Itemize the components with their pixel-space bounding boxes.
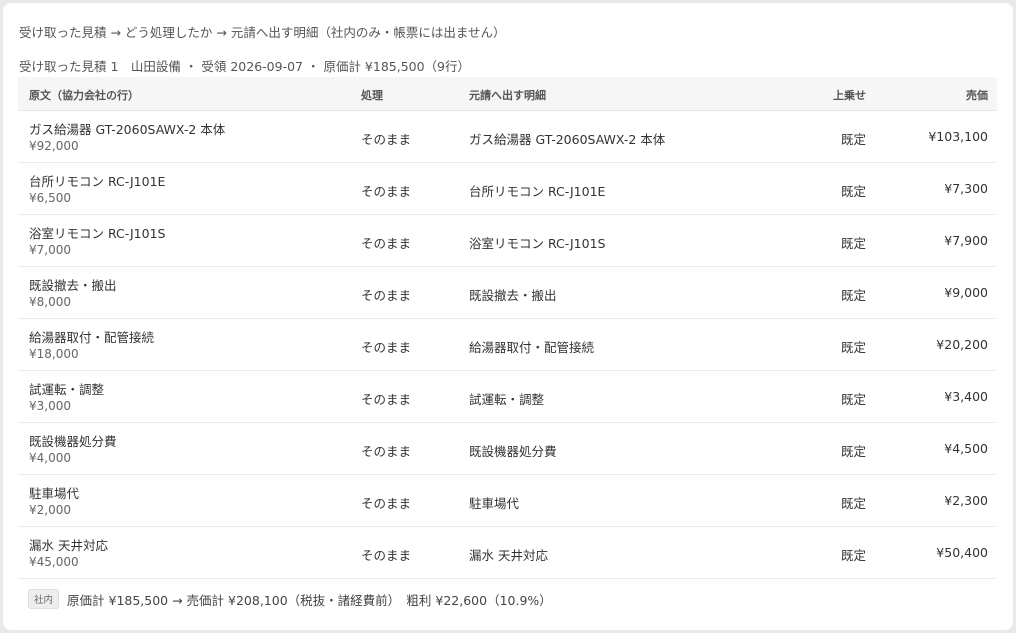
- table-header: 原文（協力会社の行） 処理 元請へ出す明細 上乗せ 売価: [18, 77, 997, 111]
- sell-price: ¥9,000: [944, 285, 988, 300]
- original-price: ¥3,000: [29, 399, 71, 413]
- original-price: ¥6,500: [29, 191, 71, 205]
- process-value: そのまま: [361, 340, 412, 355]
- original-price: ¥92,000: [29, 139, 79, 153]
- output-text: ガス給湯器 GT-2060SAWX-2 本体: [469, 132, 666, 147]
- page-title: 受け取った見積 → どう処理したか → 元請へ出す明細（社内のみ・帳票には出ませ…: [19, 25, 506, 40]
- output-text: 浴室リモコン RC-J101S: [469, 236, 606, 251]
- markup-value: 既定: [840, 184, 866, 199]
- table-row: 試運転・調整 ¥3,000 そのまま 試運転・調整 既定 ¥3,400: [18, 371, 997, 423]
- original-price: ¥8,000: [29, 295, 71, 309]
- col-markup: 上乗せ: [833, 89, 866, 102]
- original-text: 漏水 天井対応: [29, 538, 108, 553]
- table-row: 駐車場代 ¥2,000 そのまま 駐車場代 既定 ¥2,300: [18, 475, 997, 527]
- breakdown-table: 原文（協力会社の行） 処理 元請へ出す明細 上乗せ 売価 ガス給湯器 GT-20…: [18, 77, 997, 579]
- process-value: そのまま: [361, 548, 412, 563]
- markup-value: 既定: [840, 548, 866, 563]
- original-text: 試運転・調整: [29, 382, 105, 397]
- markup-value: 既定: [840, 288, 866, 303]
- original-text: 既設撤去・搬出: [29, 278, 117, 293]
- process-value: そのまま: [361, 288, 412, 303]
- original-price: ¥7,000: [29, 243, 71, 257]
- original-text: 浴室リモコン RC-J101S: [29, 226, 166, 241]
- markup-value: 既定: [840, 444, 866, 459]
- process-value: そのまま: [361, 132, 412, 147]
- process-value: そのまま: [361, 496, 412, 511]
- sell-price: ¥2,300: [944, 493, 988, 508]
- output-text: 駐車場代: [469, 496, 520, 511]
- table-row: 浴室リモコン RC-J101S ¥7,000 そのまま 浴室リモコン RC-J101S…: [18, 215, 997, 267]
- table-row: 台所リモコン RC-J101E ¥6,500 そのまま 台所リモコン RC-J101E…: [18, 163, 997, 215]
- output-text: 既設機器処分費: [469, 444, 557, 459]
- sell-price: ¥7,300: [944, 181, 988, 196]
- markup-value: 既定: [840, 132, 866, 147]
- original-price: ¥18,000: [29, 347, 79, 361]
- totals-summary: 原価計 ¥185,500 → 売価計 ¥208,100（税抜・諸経費前） 粗利 …: [67, 592, 552, 608]
- process-value: そのまま: [361, 184, 412, 199]
- original-price: ¥2,000: [29, 503, 71, 517]
- markup-value: 既定: [840, 392, 866, 407]
- breakdown-card: 受け取った見積 → どう処理したか → 元請へ出す明細（社内のみ・帳票には出ませ…: [3, 3, 1013, 630]
- sell-price: ¥20,200: [936, 337, 988, 352]
- sell-price: ¥50,400: [936, 545, 988, 560]
- table-row: 給湯器取付・配管接続 ¥18,000 そのまま 給湯器取付・配管接続 既定 ¥20,200: [18, 319, 997, 371]
- output-text: 試運転・調整: [469, 392, 545, 407]
- col-process: 処理: [361, 89, 383, 102]
- output-text: 台所リモコン RC-J101E: [469, 184, 606, 199]
- table-row: 漏水 天井対応 ¥45,000 そのまま 漏水 天井対応 既定 ¥50,400: [18, 527, 997, 579]
- col-price: 売価: [966, 89, 988, 102]
- original-text: 給湯器取付・配管接続: [29, 330, 155, 345]
- table-row: 既設撤去・搬出 ¥8,000 そのまま 既設撤去・搬出 既定 ¥9,000: [18, 267, 997, 319]
- markup-value: 既定: [840, 236, 866, 251]
- col-output: 元請へ出す明細: [469, 89, 546, 102]
- output-text: 漏水 天井対応: [469, 548, 548, 563]
- table-row: 既設機器処分費 ¥4,000 そのまま 既設機器処分費 既定 ¥4,500: [18, 423, 997, 475]
- process-value: そのまま: [361, 236, 412, 251]
- original-text: 駐車場代: [29, 486, 80, 501]
- process-value: そのまま: [361, 392, 412, 407]
- totals-footer: 社内 原価計 ¥185,500 → 売価計 ¥208,100（税抜・諸経費前） …: [28, 589, 552, 609]
- original-text: 台所リモコン RC-J101E: [29, 174, 166, 189]
- output-text: 既設撤去・搬出: [469, 288, 557, 303]
- markup-value: 既定: [840, 340, 866, 355]
- sell-price: ¥103,100: [928, 129, 988, 144]
- original-price: ¥4,000: [29, 451, 71, 465]
- markup-value: 既定: [840, 496, 866, 511]
- quote-summary: 受け取った見積 1 山田設備 ・ 受領 2026-09-07 ・ 原価計 ¥18…: [19, 59, 471, 74]
- original-text: ガス給湯器 GT-2060SAWX-2 本体: [29, 122, 226, 137]
- process-value: そのまま: [361, 444, 412, 459]
- original-text: 既設機器処分費: [29, 434, 117, 449]
- sell-price: ¥4,500: [944, 441, 988, 456]
- output-text: 給湯器取付・配管接続: [469, 340, 595, 355]
- sell-price: ¥7,900: [944, 233, 988, 248]
- sell-price: ¥3,400: [944, 389, 988, 404]
- internal-badge: 社内: [28, 589, 60, 609]
- col-original: 原文（協力会社の行）: [29, 89, 139, 102]
- table-row: ガス給湯器 GT-2060SAWX-2 本体 ¥92,000 そのまま ガス給湯器 G…: [18, 111, 997, 163]
- original-price: ¥45,000: [29, 555, 79, 569]
